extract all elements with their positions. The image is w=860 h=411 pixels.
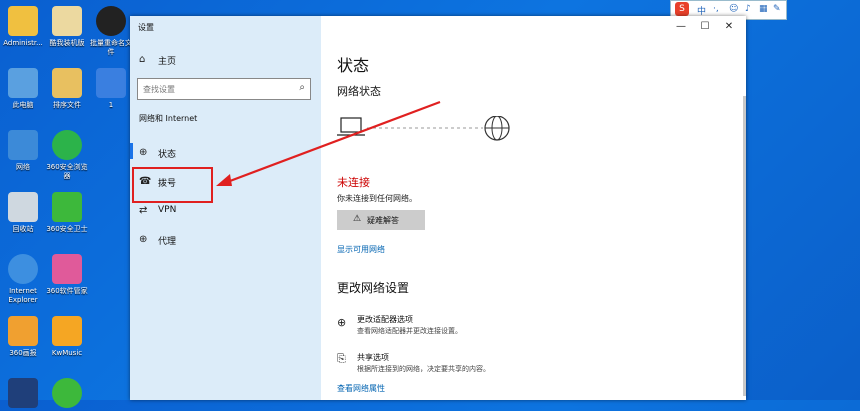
shield-icon [52, 192, 82, 222]
desktop-icon-network[interactable]: 网络 [0, 130, 46, 172]
desktop-icon-360browser[interactable]: 360安全浏览器 [44, 130, 90, 181]
ime-tools-icon[interactable]: ✎ [773, 4, 781, 14]
desktop-icon-admin[interactable]: Administr... [0, 6, 46, 48]
eye-app-icon [96, 6, 126, 36]
status-text: 未连接 [337, 176, 370, 189]
search-input[interactable]: 查找设置 ⌕ [137, 78, 311, 100]
desktop-icon-recycle[interactable]: 回收站 [0, 192, 46, 234]
show-networks-link[interactable]: 显示可用网络 [337, 244, 385, 255]
network-icon [8, 130, 38, 160]
vpn-icon: ⇄ [139, 205, 148, 216]
status-icon: ⊕ [139, 147, 148, 158]
app-icon [8, 378, 38, 408]
main-content: 状态 网络状态 未连接 你未连接到任何网络。 ⚠ 疑难解答 显示可用网络 更改网… [321, 16, 746, 400]
sharing-icon: ⎘ [337, 352, 346, 365]
music-icon [52, 316, 82, 346]
desktop-icon-360pic[interactable]: 360画报 [0, 316, 46, 358]
globe-icon: ⊕ [139, 234, 148, 245]
home-icon: ⌂ [139, 54, 146, 65]
ime-voice-icon[interactable]: ♪ [745, 4, 751, 14]
desktop-icon-partial-2[interactable] [44, 378, 90, 411]
ie-icon [8, 254, 38, 284]
search-icon: ⌕ [299, 82, 305, 93]
desktop-icon-360soft[interactable]: 360软件管家 [44, 254, 90, 296]
window-title: 设置 [138, 23, 154, 32]
page-title: 状态 [337, 56, 370, 75]
ime-keyboard-icon[interactable]: ▦ [759, 4, 768, 14]
sidebar-item-home[interactable]: ⌂ 主页 [130, 48, 321, 72]
desktop-icon-sort[interactable]: 排序文件 [44, 68, 90, 110]
desktop-icon-ie[interactable]: Internet Explorer [0, 254, 46, 305]
sidebar-item-proxy[interactable]: ⊕ 代理 [130, 228, 321, 252]
troubleshoot-button[interactable]: ⚠ 疑难解答 [337, 210, 425, 230]
sogou-logo-icon: S [675, 2, 689, 16]
computer-icon [8, 68, 38, 98]
adapter-icon: ⊕ [337, 316, 347, 329]
app-icon [52, 378, 82, 408]
settings-sidebar: 查找设置 ⌕ ⌂ 主页 网络和 Internet ⊕ 状态 ☎ 拨号 ⇄ VPN… [130, 16, 321, 400]
change-settings-heading: 更改网络设置 [337, 281, 410, 295]
sidebar-item-status[interactable]: ⊕ 状态 [130, 141, 321, 165]
document-icon [52, 6, 82, 36]
status-description: 你未连接到任何网络。 [337, 194, 417, 203]
browser-icon [52, 130, 82, 160]
desktop-icon-kuwo[interactable]: 酷我装机版 [44, 6, 90, 48]
apps-icon [52, 254, 82, 284]
desktop-icon-1[interactable]: 1 [88, 68, 134, 110]
network-diagram [337, 116, 510, 141]
recycle-bin-icon [8, 192, 38, 222]
desktop-icon-partial-1[interactable] [0, 378, 46, 411]
warning-icon: ⚠ [353, 214, 362, 224]
internet-globe-icon [484, 116, 510, 141]
desktop-icon-kwmusic[interactable]: KwMusic [44, 316, 90, 358]
desktop: Administr... 酷我装机版 批量重命名文件 此电脑 排序文件 1 网络… [0, 0, 132, 408]
desktop-icon-rename[interactable]: 批量重命名文件 [88, 6, 134, 57]
laptop-icon [337, 117, 365, 136]
ime-punct[interactable]: ·, [713, 4, 719, 14]
network-status-heading: 网络状态 [337, 85, 381, 98]
user-folder-icon [8, 6, 38, 36]
picture-icon [8, 316, 38, 346]
desktop-icon-this-pc[interactable]: 此电脑 [0, 68, 46, 110]
highlight-box [132, 167, 213, 203]
window-icon [96, 68, 126, 98]
network-properties-link[interactable]: 查看网络属性 [337, 383, 385, 394]
settings-window: 查找设置 ⌕ ⌂ 主页 网络和 Internet ⊕ 状态 ☎ 拨号 ⇄ VPN… [130, 16, 746, 400]
ime-emoji-icon[interactable]: ☺ [729, 4, 738, 14]
scrollbar[interactable] [743, 96, 746, 396]
section-heading: 网络和 Internet [139, 114, 198, 123]
folder-icon [52, 68, 82, 98]
desktop-icon-360guard[interactable]: 360安全卫士 [44, 192, 90, 234]
